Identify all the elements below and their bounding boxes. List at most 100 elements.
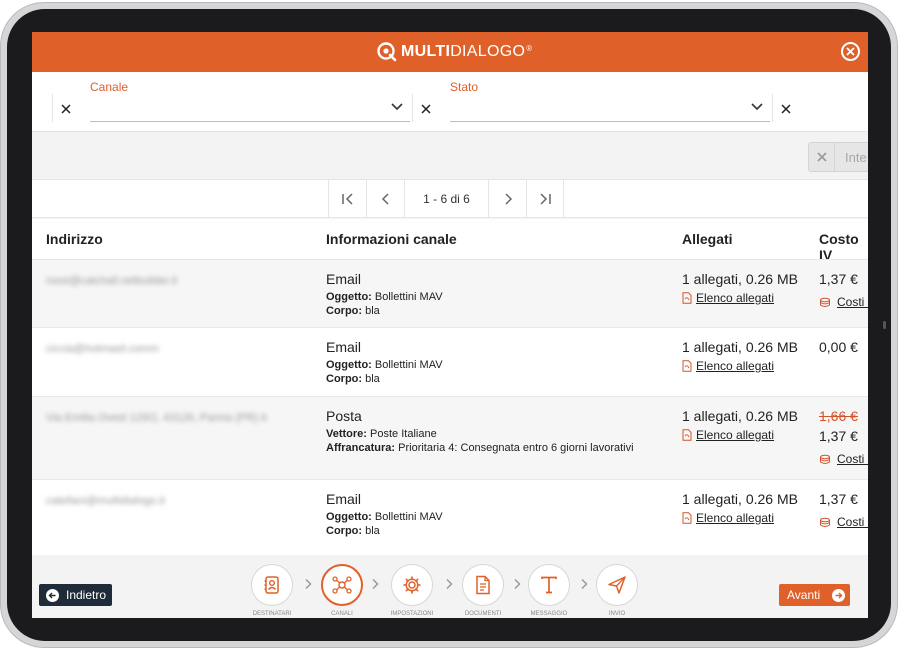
arrow-left-icon: [46, 588, 59, 602]
cost-value: 1,37 €: [819, 491, 858, 507]
page-range: 1 - 6 di 6: [404, 180, 488, 218]
step-label: CANALI: [331, 611, 353, 617]
clear-canale-button[interactable]: [414, 97, 438, 121]
filter-canale-label: Canale: [90, 80, 129, 94]
chevron-right-icon: [579, 577, 589, 591]
close-icon: [421, 104, 431, 114]
filter-divider: [772, 94, 773, 122]
table-row: rossi@catchall.netbuilder.it Email Ogget…: [32, 260, 868, 328]
recipient-address: Via Emilia Ovest 129/2, 43126, Parma (PR…: [46, 412, 267, 424]
step-message[interactable]: [528, 564, 570, 606]
step-label: DESTINATARI: [252, 611, 292, 617]
attachments-list-link[interactable]: Elenco allegati: [682, 511, 774, 525]
app-header: MULTI DIALOGO ®: [32, 32, 868, 72]
channel-info: Email Oggetto: Bollettini MAV Corpo: bla: [326, 271, 443, 318]
attachments-summary: 1 allegati, 0.26 MB: [682, 339, 798, 355]
first-page-button[interactable]: [328, 180, 366, 218]
filter-bar: Canale Stato: [32, 72, 868, 132]
tablet-side-button: [883, 321, 886, 329]
next-page-button[interactable]: [488, 180, 526, 218]
pdf-file-icon: [682, 292, 692, 304]
back-button[interactable]: Indietro: [39, 584, 112, 606]
cost-original-value: 1,66 €: [819, 408, 858, 424]
channel-info: Email Oggetto: Bollettini MAV Corpo: bla: [326, 339, 443, 386]
filter-stato-select[interactable]: [450, 96, 770, 122]
close-icon: [846, 47, 855, 56]
contacts-icon: [264, 576, 279, 594]
logo-icon: [377, 42, 397, 62]
cost-value: 1,37 €: [819, 271, 858, 287]
back-button-label: Indietro: [66, 588, 107, 602]
attachments-summary: 1 allegati, 0.26 MB: [682, 271, 798, 287]
chevron-right-icon: [303, 577, 313, 591]
interrupt-button-label: Inte: [845, 149, 867, 165]
cost-details-link[interactable]: Costi i: [819, 295, 868, 309]
step-recipients[interactable]: [251, 564, 293, 606]
channel-detail: Corpo: bla: [326, 373, 380, 385]
channel-type: Email: [326, 339, 362, 355]
close-button[interactable]: [841, 42, 860, 61]
brand-registered: ®: [526, 43, 533, 53]
attachments-summary: 1 allegati, 0.26 MB: [682, 408, 798, 424]
step-documents[interactable]: [462, 564, 504, 606]
close-icon: [809, 143, 835, 171]
close-icon: [61, 104, 71, 114]
step-settings[interactable]: [391, 564, 433, 606]
step-send[interactable]: [596, 564, 638, 606]
arrow-right-icon: [832, 588, 846, 602]
filter-stato-label: Stato: [450, 80, 479, 94]
pdf-file-icon: [682, 360, 692, 372]
interrupt-button[interactable]: Inte: [808, 142, 868, 172]
recipient-address: ciccia@hotmasil.comm: [46, 343, 159, 355]
channel-detail: Affrancatura: Prioritaria 4: Consegnata …: [326, 442, 634, 454]
channel-detail: Oggetto: Bollettini MAV: [326, 359, 443, 371]
brand-name-bold: MULTI: [401, 43, 451, 60]
attachments-list-link[interactable]: Elenco allegati: [682, 428, 774, 442]
prev-page-button[interactable]: [366, 180, 404, 218]
attachments-list-link[interactable]: Elenco allegati: [682, 359, 774, 373]
app-screen: MULTI DIALOGO ® Canale Stato Inte 1 - 6 …: [32, 32, 868, 618]
cost-value: 1,37 €: [819, 428, 858, 444]
step-label: INVIO: [608, 611, 626, 617]
channel-info: Posta Vettore: Poste Italiane Affrancatu…: [326, 408, 634, 455]
step-label: DOCUMENTI: [464, 611, 502, 617]
coins-icon: [820, 297, 830, 307]
chevron-down-icon: [751, 103, 763, 111]
recipient-address: rossi@catchall.netbuilder.it: [46, 275, 178, 287]
pdf-file-icon: [682, 429, 692, 441]
channel-detail: Oggetto: Bollettini MAV: [326, 511, 443, 523]
close-icon: [781, 104, 791, 114]
channel-detail: Corpo: bla: [326, 525, 380, 537]
cost-details-link[interactable]: Costi i: [819, 452, 868, 466]
channel-type: Email: [326, 271, 362, 287]
next-button[interactable]: Avanti: [779, 584, 850, 606]
last-page-button[interactable]: [526, 180, 564, 218]
chevron-right-icon: [444, 577, 454, 591]
cost-value: 0,00 €: [819, 339, 858, 355]
recipients-table: Indirizzo Informazioni canale Allegati C…: [32, 219, 868, 555]
clear-previous-filter-button[interactable]: [54, 97, 78, 121]
filter-canale-select[interactable]: [90, 96, 410, 122]
table-row: catellani@multidialogo.it Email Oggetto:…: [32, 480, 868, 555]
coins-icon: [820, 454, 830, 464]
filter-divider: [412, 94, 413, 122]
column-header-indirizzo[interactable]: Indirizzo: [46, 231, 103, 247]
channels-icon: [332, 576, 352, 594]
step-label: MESSAGGIO: [530, 611, 568, 617]
column-header-allegati[interactable]: Allegati: [682, 231, 733, 247]
step-label: IMPOSTAZIONI: [390, 611, 434, 617]
step-channels[interactable]: [321, 564, 363, 606]
attachments-list-link[interactable]: Elenco allegati: [682, 291, 774, 305]
cost-details-link[interactable]: Costi i: [819, 515, 868, 529]
clear-stato-button[interactable]: [774, 97, 798, 121]
send-icon: [608, 576, 626, 594]
coins-icon: [820, 517, 830, 527]
chevron-down-icon: [391, 103, 403, 111]
pagination: 1 - 6 di 6: [32, 180, 868, 218]
chevron-right-icon: [504, 193, 512, 205]
column-header-info[interactable]: Informazioni canale: [326, 231, 457, 247]
channel-detail: Vettore: Poste Italiane: [326, 428, 437, 440]
first-page-icon: [341, 193, 353, 205]
last-page-icon: [540, 193, 551, 205]
text-icon: [541, 576, 557, 594]
